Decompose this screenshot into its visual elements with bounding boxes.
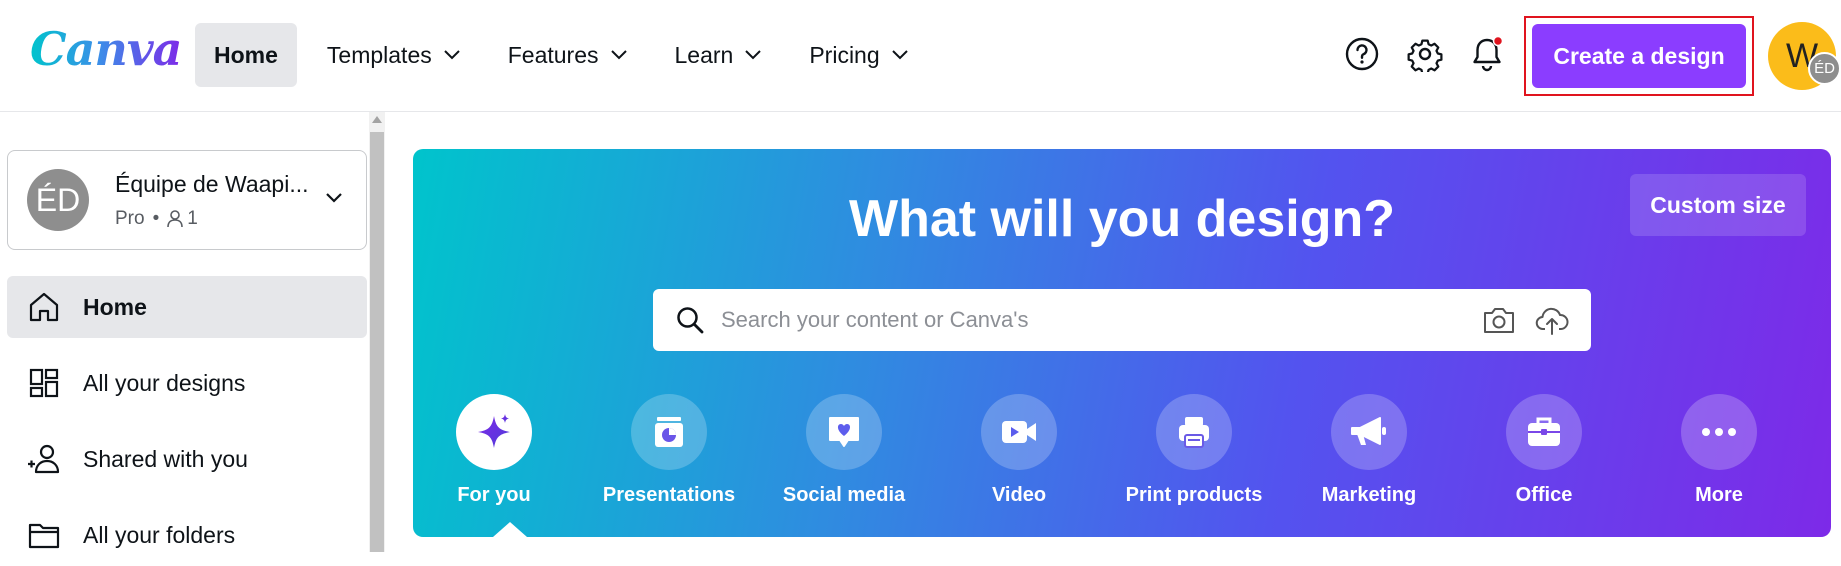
nav-home[interactable]: Home bbox=[195, 23, 297, 87]
sidebar-scrollbar-thumb[interactable] bbox=[370, 132, 384, 552]
nav-pricing-label: Pricing bbox=[809, 41, 880, 68]
category-video[interactable]: Video bbox=[944, 394, 1094, 507]
category-label: Office bbox=[1515, 484, 1573, 506]
team-name: Équipe de Waapi... bbox=[115, 171, 309, 197]
category-label: Marketing bbox=[1321, 484, 1417, 506]
sidebar-item-home[interactable]: Home bbox=[7, 276, 367, 338]
chevron-down-icon bbox=[326, 193, 342, 203]
settings-gear-icon[interactable] bbox=[1407, 36, 1443, 72]
category-more[interactable]: More bbox=[1644, 394, 1794, 507]
category-marketing[interactable]: Marketing bbox=[1294, 394, 1444, 507]
create-design-button[interactable]: Create a design bbox=[1532, 24, 1746, 88]
search-bar bbox=[653, 289, 1591, 351]
category-icon-circle bbox=[1331, 394, 1407, 470]
hero-title: What will you design? bbox=[849, 190, 1395, 248]
upload-cloud-icon[interactable] bbox=[1535, 304, 1569, 336]
chevron-down-icon bbox=[891, 50, 908, 60]
category-presentations[interactable]: Presentations bbox=[594, 394, 744, 507]
design-hero-banner: What will you design? Custom size For yo… bbox=[413, 149, 1831, 537]
chevron-down-icon bbox=[745, 50, 762, 60]
video-camera-icon bbox=[1002, 421, 1036, 443]
team-avatar-badge: ÉD bbox=[1808, 52, 1841, 85]
top-navigation-bar: Canva Home Templates Features Learn Pric… bbox=[0, 0, 1841, 112]
heart-chat-icon bbox=[829, 417, 859, 447]
nav-home-label: Home bbox=[214, 41, 278, 68]
sparkle-icon bbox=[478, 414, 510, 448]
nav-templates-label: Templates bbox=[326, 41, 432, 68]
team-plan-info: Pro • 1 bbox=[115, 208, 198, 230]
sidebar-item-all-designs[interactable]: All your designs bbox=[7, 352, 367, 414]
category-label: For you bbox=[457, 484, 531, 506]
category-label: Print products bbox=[1125, 484, 1263, 506]
briefcase-icon bbox=[1528, 417, 1560, 446]
team-avatar: ÉD bbox=[27, 169, 89, 231]
category-icon-circle bbox=[981, 394, 1057, 470]
presentation-icon bbox=[655, 417, 683, 447]
team-member-count: 1 bbox=[187, 208, 198, 229]
category-social-media[interactable]: Social media bbox=[769, 394, 919, 507]
sidebar-item-label: Shared with you bbox=[83, 445, 248, 472]
sidebar-item-label: Home bbox=[83, 293, 147, 320]
category-for-you[interactable]: For you bbox=[419, 394, 569, 507]
search-input[interactable] bbox=[721, 297, 1461, 343]
category-icon-circle bbox=[456, 394, 532, 470]
chevron-down-icon bbox=[444, 50, 460, 60]
team-plan: Pro bbox=[115, 208, 145, 229]
category-label: Presentations bbox=[602, 484, 736, 506]
grid-icon bbox=[29, 368, 59, 398]
help-icon[interactable] bbox=[1344, 36, 1380, 72]
nav-features-label: Features bbox=[507, 41, 599, 68]
category-office[interactable]: Office bbox=[1469, 394, 1619, 507]
sidebar-item-folders[interactable]: All your folders bbox=[7, 504, 367, 566]
category-print-products[interactable]: Print products bbox=[1119, 394, 1269, 507]
active-category-indicator bbox=[493, 522, 527, 537]
search-icon bbox=[677, 307, 704, 334]
printer-icon bbox=[1179, 417, 1209, 448]
category-label: Social media bbox=[782, 484, 906, 506]
member-icon bbox=[167, 210, 184, 228]
sidebar-item-shared[interactable]: Shared with you bbox=[7, 428, 367, 490]
team-switcher[interactable]: ÉD Équipe de Waapi... Pro • 1 bbox=[7, 150, 367, 250]
category-icon-circle bbox=[1506, 394, 1582, 470]
category-icon-circle bbox=[806, 394, 882, 470]
main-nav: Home Templates Features Learn Pricing bbox=[195, 23, 936, 87]
sidebar: ÉD Équipe de Waapi... Pro • 1 Home All y… bbox=[0, 112, 370, 552]
sidebar-item-label: All your designs bbox=[83, 369, 246, 396]
people-icon bbox=[28, 444, 60, 474]
category-icon-circle bbox=[1156, 394, 1232, 470]
chevron-down-icon bbox=[610, 50, 627, 60]
more-dots-icon bbox=[1702, 428, 1736, 436]
megaphone-icon bbox=[1351, 417, 1386, 445]
folder-icon bbox=[28, 523, 60, 549]
nav-features[interactable]: Features bbox=[488, 23, 647, 87]
canva-logo[interactable]: Canva bbox=[30, 22, 182, 76]
nav-learn[interactable]: Learn bbox=[655, 23, 782, 87]
camera-search-icon[interactable] bbox=[1482, 305, 1516, 335]
category-icon-circle bbox=[1681, 394, 1757, 470]
create-design-highlight: Create a design bbox=[1524, 16, 1754, 96]
home-icon bbox=[29, 292, 59, 322]
notification-bell-icon[interactable] bbox=[1469, 36, 1505, 72]
nav-pricing[interactable]: Pricing bbox=[789, 23, 927, 87]
category-icon-circle bbox=[631, 394, 707, 470]
nav-learn-label: Learn bbox=[674, 41, 734, 68]
nav-templates[interactable]: Templates bbox=[307, 23, 480, 87]
category-label: More bbox=[1695, 484, 1743, 506]
category-label: Video bbox=[991, 484, 1047, 506]
sidebar-item-label: All your folders bbox=[83, 521, 236, 548]
custom-size-button[interactable]: Custom size bbox=[1630, 174, 1806, 236]
scroll-up-arrow-icon[interactable] bbox=[372, 116, 382, 123]
separator-dot: • bbox=[152, 208, 160, 229]
